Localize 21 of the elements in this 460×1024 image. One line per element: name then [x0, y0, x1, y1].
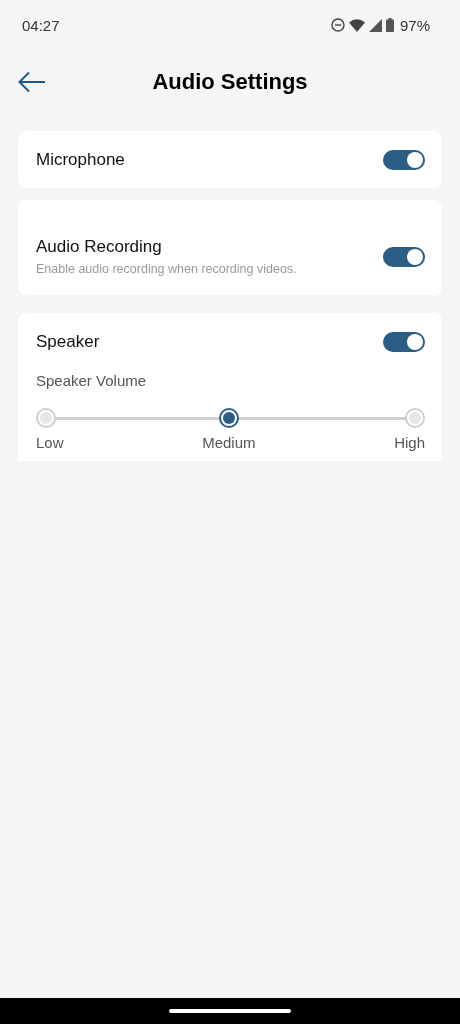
signal-icon [368, 18, 382, 32]
wifi-icon [348, 18, 365, 32]
volume-label: Speaker Volume [36, 372, 148, 389]
back-arrow-icon[interactable] [18, 71, 46, 93]
battery-icon [385, 18, 394, 32]
status-time: 04:27 [22, 16, 60, 34]
stop-label: Medium [202, 434, 256, 451]
setting-description: Enable audio recording when recording videos. [36, 262, 297, 276]
do-not-disturb-icon [330, 18, 345, 32]
toggle-switch[interactable] [383, 149, 425, 170]
setting-label: Microphone [36, 149, 125, 170]
page-title: Audio Settings [152, 69, 308, 95]
stop-label: High [394, 434, 425, 451]
slider-stop[interactable] [218, 408, 239, 428]
toggle-switch[interactable] [383, 246, 425, 267]
setting-label: Speaker [36, 332, 100, 352]
home-handle[interactable] [169, 1009, 291, 1013]
setting-label: Audio Recording [36, 237, 163, 257]
toggle-switch[interactable] [383, 332, 425, 352]
stop-label: Low [36, 434, 64, 451]
battery-percentage: 97% [399, 16, 430, 34]
